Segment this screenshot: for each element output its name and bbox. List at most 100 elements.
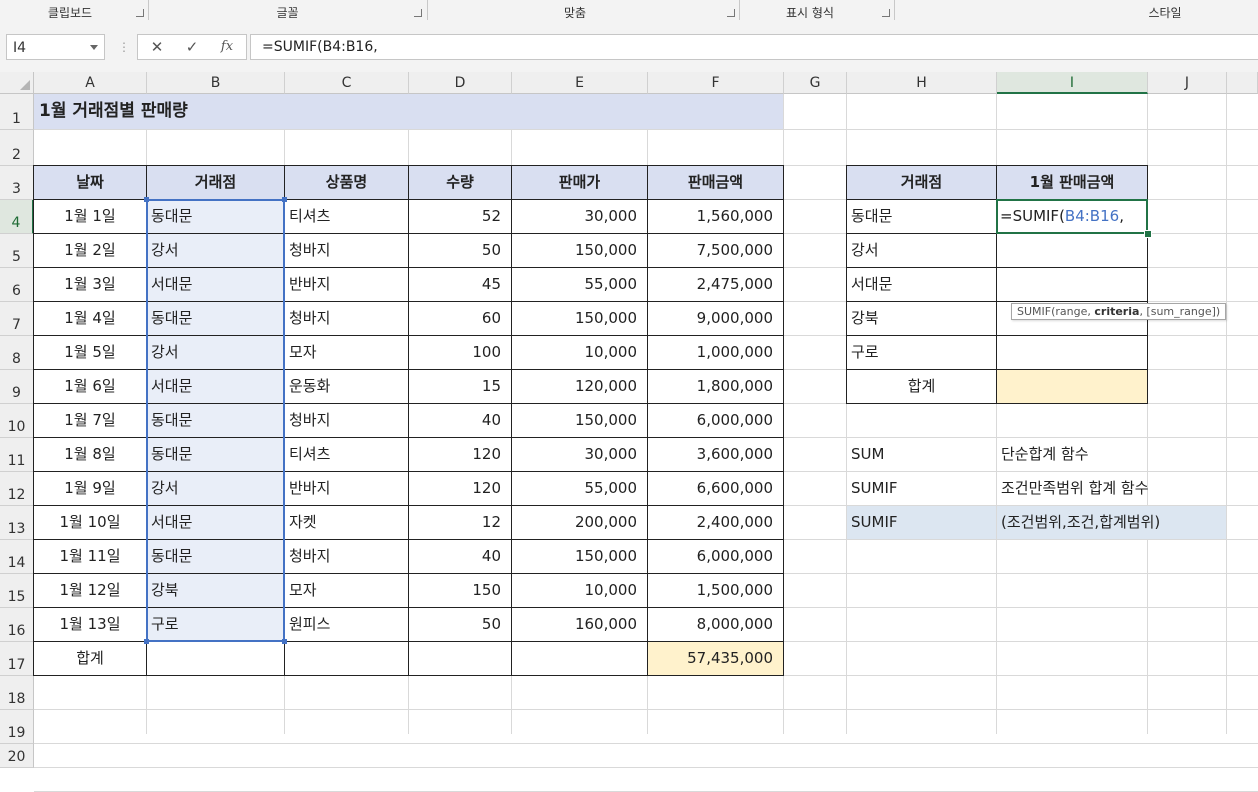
row-header-6[interactable]: 6 [0,268,34,302]
product-cell[interactable]: 청바지 [285,302,408,335]
quantity-cell[interactable]: 120 [409,472,511,505]
date-cell[interactable]: 1월 5일 [34,336,146,369]
row-header-2[interactable]: 2 [0,130,34,166]
date-cell[interactable]: 1월 11일 [34,540,146,573]
quantity-cell[interactable]: 120 [409,438,511,471]
branch-cell[interactable]: 서대문 [147,506,284,539]
price-cell[interactable]: 160,000 [512,608,647,641]
clipboard-launcher-icon[interactable] [136,9,144,17]
price-cell[interactable]: 120,000 [512,370,647,403]
product-cell[interactable]: 청바지 [285,234,408,267]
amount-cell[interactable]: 6,000,000 [648,540,783,573]
row-header-11[interactable]: 11 [0,438,34,472]
row-header-17[interactable]: 17 [0,642,34,676]
product-cell[interactable]: 티셔츠 [285,200,408,233]
quantity-cell[interactable]: 100 [409,336,511,369]
branch-cell[interactable]: 강북 [147,574,284,607]
chevron-down-icon[interactable] [90,45,98,50]
more-options-icon[interactable]: ⋮ [118,40,130,54]
note-function-cell[interactable]: SUMIF [847,506,996,539]
branch-cell[interactable]: 동대문 [147,200,284,233]
ribbon-group-clipboard[interactable]: 클립보드 [0,0,140,24]
amount-cell[interactable]: 9,000,000 [648,302,783,335]
date-cell[interactable]: 1월 2일 [34,234,146,267]
column-header-H[interactable]: H [847,72,997,94]
branch-cell[interactable]: 강서 [147,472,284,505]
quantity-cell[interactable]: 12 [409,506,511,539]
font-launcher-icon[interactable] [414,9,422,17]
enter-icon[interactable]: ✓ [177,35,207,59]
price-cell[interactable]: 150,000 [512,540,647,573]
date-cell[interactable]: 1월 1일 [34,200,146,233]
summary-header-cell[interactable]: 1월 판매금액 [997,166,1147,199]
row-header-9[interactable]: 9 [0,370,34,404]
summary-branch-cell[interactable]: 동대문 [847,200,996,233]
note-description-cell[interactable]: 조건만족범위 합계 함수 [997,472,1226,505]
quantity-cell[interactable]: 150 [409,574,511,607]
amount-cell[interactable]: 2,400,000 [648,506,783,539]
amount-cell[interactable]: 3,600,000 [648,438,783,471]
column-header-C[interactable]: C [285,72,409,94]
price-cell[interactable]: 10,000 [512,336,647,369]
table-header-cell[interactable]: 거래점 [147,166,284,199]
product-cell[interactable]: 자켓 [285,506,408,539]
summary-header-cell[interactable]: 거래점 [847,166,996,199]
amount-cell[interactable]: 1,500,000 [648,574,783,607]
price-cell[interactable]: 200,000 [512,506,647,539]
amount-cell[interactable]: 2,475,000 [648,268,783,301]
table-header-cell[interactable]: 판매금액 [648,166,783,199]
quantity-cell[interactable]: 60 [409,302,511,335]
amount-cell[interactable]: 1,560,000 [648,200,783,233]
price-cell[interactable]: 55,000 [512,472,647,505]
note-function-cell[interactable]: SUM [847,438,996,471]
number-launcher-icon[interactable] [882,9,890,17]
date-cell[interactable]: 1월 9일 [34,472,146,505]
range-resize-handle[interactable] [282,197,287,202]
summary-total-label[interactable]: 합계 [847,370,996,403]
row-header-16[interactable]: 16 [0,608,34,642]
date-cell[interactable]: 1월 4일 [34,302,146,335]
note-description-cell[interactable]: (조건범위,조건,합계범위) [997,506,1226,539]
column-header-A[interactable]: A [34,72,147,94]
branch-cell[interactable]: 동대문 [147,540,284,573]
price-cell[interactable]: 30,000 [512,438,647,471]
product-cell[interactable]: 청바지 [285,540,408,573]
amount-cell[interactable]: 6,600,000 [648,472,783,505]
note-description-cell[interactable]: 단순합계 함수 [997,438,1226,471]
row-header-8[interactable]: 8 [0,336,34,370]
product-cell[interactable]: 모자 [285,336,408,369]
amount-cell[interactable]: 7,500,000 [648,234,783,267]
insert-function-icon[interactable]: fx [212,35,242,59]
row-header-5[interactable]: 5 [0,234,34,268]
date-cell[interactable]: 1월 10일 [34,506,146,539]
price-cell[interactable]: 150,000 [512,302,647,335]
price-cell[interactable]: 30,000 [512,200,647,233]
table-header-cell[interactable]: 상품명 [285,166,408,199]
row-header-20[interactable]: 20 [0,744,34,768]
product-cell[interactable]: 운동화 [285,370,408,403]
quantity-cell[interactable]: 52 [409,200,511,233]
ribbon-group-number[interactable]: 표시 형식 [740,0,880,24]
date-cell[interactable]: 1월 13일 [34,608,146,641]
date-cell[interactable]: 1월 3일 [34,268,146,301]
range-resize-handle[interactable] [144,197,149,202]
amount-cell[interactable]: 1,000,000 [648,336,783,369]
summary-branch-cell[interactable]: 구로 [847,336,996,369]
product-cell[interactable]: 반바지 [285,268,408,301]
function-argument-tooltip[interactable]: SUMIF(range, criteria, [sum_range]) [1011,303,1227,320]
table-header-cell[interactable]: 수량 [409,166,511,199]
cancel-icon[interactable]: ✕ [142,35,172,59]
row-header-14[interactable]: 14 [0,540,34,574]
product-cell[interactable]: 원피스 [285,608,408,641]
column-header-J[interactable]: J [1148,72,1227,94]
branch-cell[interactable]: 강서 [147,336,284,369]
summary-branch-cell[interactable]: 강북 [847,302,996,335]
date-cell[interactable]: 1월 6일 [34,370,146,403]
table-header-cell[interactable]: 날짜 [34,166,146,199]
total-amount-cell[interactable]: 57,435,000 [648,642,783,675]
quantity-cell[interactable]: 40 [409,404,511,437]
column-header-B[interactable]: B [147,72,285,94]
product-cell[interactable]: 모자 [285,574,408,607]
row-header-10[interactable]: 10 [0,404,34,438]
price-cell[interactable]: 150,000 [512,404,647,437]
